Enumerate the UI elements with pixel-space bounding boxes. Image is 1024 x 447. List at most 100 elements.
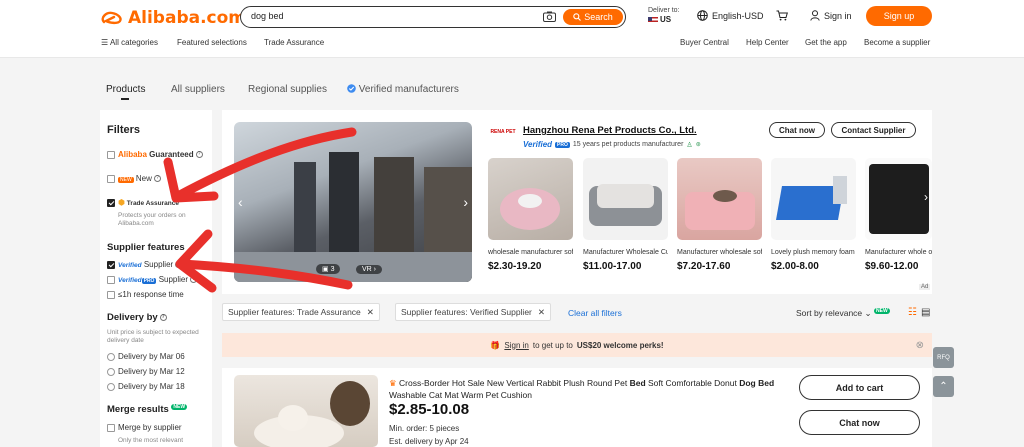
crown-icon: ♛ — [389, 378, 397, 388]
tab-verified-manufacturers[interactable]: Verified manufacturers — [347, 84, 459, 95]
close-icon[interactable]: ✕ — [538, 307, 545, 318]
search-button[interactable]: Search — [563, 9, 623, 25]
chat-now-button[interactable]: Chat now — [799, 410, 920, 435]
merge-by-supplier-label: Merge by supplier — [118, 423, 182, 432]
photo-count-badge[interactable]: ▣ 3 — [316, 264, 341, 274]
filter-trade-assurance[interactable]: ⬢ Trade Assurance — [107, 198, 179, 208]
radio[interactable] — [107, 352, 115, 361]
chevron-down-icon: ⌄ — [864, 308, 872, 318]
bed-cushion-graphic — [597, 184, 654, 208]
chevron-left-icon[interactable]: ‹ — [238, 194, 243, 210]
promo-signin-link[interactable]: Sign in — [504, 341, 528, 350]
checkbox[interactable] — [107, 150, 115, 159]
add-to-cart-button[interactable]: Add to cart — [799, 375, 920, 400]
checkbox-checked[interactable] — [107, 260, 115, 269]
featured-selections-link[interactable]: Featured selections — [177, 38, 247, 47]
filter-response-time[interactable]: ≤1h response time — [107, 290, 184, 299]
gift-icon: 🎁 — [490, 340, 501, 350]
vr-badge[interactable]: VR › — [356, 265, 383, 274]
tab-regional-supplies[interactable]: Regional supplies — [248, 84, 327, 95]
info-icon[interactable]: ? — [159, 313, 167, 321]
sort-dropdown[interactable]: Sort by relevance ⌄ NEW — [796, 308, 890, 319]
back-to-top-button[interactable]: ⌃ — [933, 376, 954, 397]
filter-delivery-option[interactable]: Delivery by Mar 12 — [107, 367, 185, 376]
filter-verified-supplier[interactable]: Verified Supplier? — [107, 260, 183, 269]
signin-label: Sign in — [824, 10, 852, 21]
contact-supplier-button[interactable]: Contact Supplier — [831, 122, 916, 138]
merge-results-heading: Merge results NEW — [107, 404, 188, 415]
listing-title[interactable]: ♛ Cross-Border Hot Sale New Vertical Rab… — [389, 377, 789, 401]
filter-merge-by-supplier[interactable]: Merge by supplier — [107, 423, 182, 432]
all-categories-label: All categories — [109, 38, 158, 47]
search-bar[interactable]: dog bed Search — [240, 6, 626, 28]
pro-tag: PRO — [141, 278, 157, 284]
filter-new[interactable]: NEW New? — [107, 174, 161, 183]
cart-icon[interactable] — [776, 10, 788, 21]
trade-assurance-link[interactable]: Trade Assurance — [264, 38, 324, 47]
help-center-link[interactable]: Help Center — [746, 38, 789, 47]
info-icon[interactable]: ? — [175, 261, 183, 269]
all-categories-menu[interactable]: ☰ All categories — [101, 38, 158, 47]
chat-now-button[interactable]: Chat now — [769, 122, 825, 138]
delivery-by-label: Delivery by — [107, 312, 158, 323]
signin-link[interactable]: Sign in — [810, 10, 852, 21]
close-icon[interactable]: ✕ — [367, 307, 374, 318]
product-price: $9.60-12.00 — [865, 261, 919, 272]
promo-amount: US$20 welcome perks! — [576, 340, 664, 350]
radio[interactable] — [107, 382, 115, 391]
signup-button[interactable]: Sign up — [866, 6, 932, 26]
checkbox[interactable] — [107, 290, 115, 299]
filter-verified-pro-supplier[interactable]: Verified PRO Supplier? — [107, 275, 198, 284]
tab-products[interactable]: Products — [106, 84, 145, 95]
listing-title-mid: Soft Comfortable Donut — [648, 378, 737, 388]
buyer-central-link[interactable]: Buyer Central — [680, 38, 729, 47]
factory-showroom-image[interactable]: ‹ › ▣ 3 VR › — [234, 122, 472, 282]
checkbox[interactable] — [107, 174, 115, 183]
tab-all-suppliers[interactable]: All suppliers — [171, 84, 225, 95]
supplier-product-card[interactable]: wholesale manufacturer soft luxury plush… — [488, 158, 573, 272]
supplier-name[interactable]: Hangzhou Rena Pet Products Co., Ltd. — [523, 125, 697, 136]
rfq-button[interactable]: RFQ — [933, 347, 954, 368]
info-icon[interactable]: ? — [195, 151, 203, 159]
filter-alibaba-guaranteed[interactable]: Alibaba Guaranteed? — [107, 150, 203, 159]
filter-delivery-option[interactable]: Delivery by Mar 18 — [107, 382, 185, 391]
merge-results-label: Merge results — [107, 404, 169, 415]
search-input[interactable]: dog bed — [251, 11, 284, 21]
chevron-right-icon[interactable]: › — [463, 194, 468, 210]
guaranteed-prefix: Alibaba — [118, 150, 147, 159]
supplier-verified-row: Verified PRO 15 years pet products manuf… — [523, 140, 701, 149]
supplier-years: 15 years pet products manufacturer — [572, 141, 684, 148]
close-icon[interactable]: ⊗ — [916, 340, 924, 351]
product-price: $7.20-17.60 — [677, 261, 731, 272]
chevron-right-icon[interactable]: › — [924, 190, 928, 204]
supplier-product-card[interactable]: Manufacturer wholesale soft warm plush g… — [677, 158, 762, 272]
verified-logo: Verified — [523, 140, 553, 149]
badge-icon: ⊛ — [695, 142, 701, 148]
active-filter-chip[interactable]: Supplier features: Verified Supplier ✕ — [395, 303, 552, 321]
supplier-product-card[interactable]: Manufacturer Wholesale Custom logo Luxur… — [583, 158, 668, 272]
filter-delivery-option[interactable]: Delivery by Mar 06 — [107, 352, 185, 361]
search-icon — [573, 13, 582, 21]
supplier-product-card[interactable]: › Manufacturer whole oxford waterproof..… — [865, 158, 932, 272]
grid-view-icon[interactable]: ▤ — [921, 307, 930, 318]
become-supplier-link[interactable]: Become a supplier — [864, 38, 930, 47]
list-view-icon[interactable]: ☷ — [908, 307, 917, 318]
clear-all-filters-link[interactable]: Clear all filters — [568, 308, 622, 318]
deliver-to[interactable]: Deliver to: US — [648, 6, 680, 25]
camera-icon[interactable] — [543, 11, 556, 22]
checkbox[interactable] — [107, 275, 115, 284]
language-selector[interactable]: English-USD — [697, 10, 764, 21]
info-icon[interactable]: ? — [190, 276, 198, 284]
active-filter-chip[interactable]: Supplier features: Trade Assurance ✕ — [222, 303, 380, 321]
radio[interactable] — [107, 367, 115, 376]
supplier-product-card[interactable]: Lovely plush memory foam sponge... $2.00… — [771, 158, 856, 272]
checkbox[interactable] — [107, 423, 115, 432]
listing-image[interactable] — [234, 375, 378, 447]
info-icon[interactable]: ? — [153, 175, 161, 183]
product-name: Manufacturer whole oxford waterproof... — [865, 249, 932, 256]
user-icon — [810, 10, 820, 21]
alibaba-logo[interactable]: Alibaba.com — [100, 8, 246, 28]
checkbox-checked[interactable] — [107, 199, 115, 208]
delivery-option-label: Delivery by Mar 12 — [118, 367, 185, 376]
get-app-link[interactable]: Get the app — [805, 38, 847, 47]
